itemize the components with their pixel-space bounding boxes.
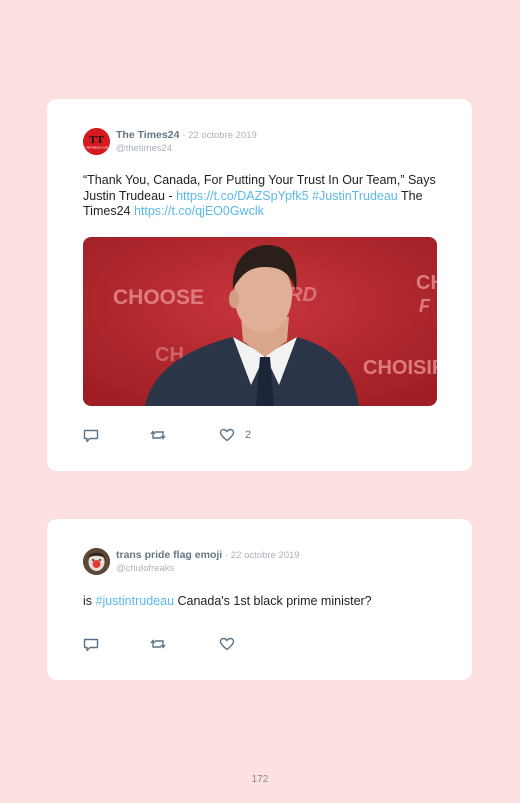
- times24-logo-icon: TT THETIMES24.COM: [83, 128, 110, 155]
- like-button[interactable]: 2: [219, 427, 251, 443]
- svg-text:F: F: [419, 296, 431, 316]
- svg-text:RD: RD: [288, 284, 317, 306]
- svg-text:CHOOSE: CHOOSE: [113, 286, 204, 309]
- like-button[interactable]: [219, 636, 245, 652]
- svg-text:CHOISIR: CHOISIR: [363, 357, 437, 379]
- tweet-card[interactable]: TT THETIMES24.COM The Times24 · 22 octob…: [47, 99, 472, 471]
- url-link[interactable]: https://t.co/DAZSpYpfk5: [176, 189, 308, 203]
- retweet-icon: [150, 639, 166, 649]
- avatar[interactable]: [83, 548, 110, 575]
- retweet-button[interactable]: [150, 427, 166, 443]
- tweet-date[interactable]: · 22 octobre 2019: [182, 130, 256, 141]
- svg-text:CH: CH: [416, 272, 437, 294]
- heart-icon: [219, 637, 235, 651]
- profile-photo-icon: [83, 548, 110, 575]
- reply-icon: [83, 638, 99, 652]
- page-number: 172: [251, 774, 269, 785]
- author-name[interactable]: The Times24: [116, 129, 179, 141]
- tweet-text: “Thank You, Canada, For Putting Your Tru…: [83, 173, 443, 220]
- author-handle[interactable]: @thetimes24: [116, 142, 257, 155]
- reply-button[interactable]: [83, 636, 99, 652]
- reply-icon: [83, 429, 99, 443]
- tweet-text-segment: Canada's 1st black prime minister?: [174, 594, 372, 608]
- author-handle[interactable]: @chulofreaks: [116, 562, 300, 575]
- tweet-text: is #justintrudeau Canada's 1st black pri…: [83, 594, 443, 610]
- like-count: 2: [245, 429, 252, 441]
- tweet-header: The Times24 · 22 octobre 2019 @thetimes2…: [116, 129, 257, 155]
- tweet-date[interactable]: · 22 octobre 2019: [225, 550, 299, 561]
- retweet-button[interactable]: [150, 636, 166, 652]
- retweet-icon: [150, 430, 166, 440]
- svg-text:THETIMES24.COM: THETIMES24.COM: [85, 146, 108, 150]
- trudeau-photo: CHOOSE RD CH CHOISIR CH F: [83, 237, 437, 406]
- avatar[interactable]: TT THETIMES24.COM: [83, 128, 110, 155]
- tweet-image[interactable]: CHOOSE RD CH CHOISIR CH F: [83, 237, 437, 406]
- hashtag-link[interactable]: #JustinTrudeau: [312, 189, 398, 203]
- svg-text:TT: TT: [89, 134, 104, 146]
- tweet-card[interactable]: trans pride flag emoji · 22 octobre 2019…: [47, 519, 472, 680]
- hashtag-link[interactable]: #justintrudeau: [96, 594, 175, 608]
- tweet-text-segment: is: [83, 594, 96, 608]
- url-link[interactable]: https://t.co/qjEO0Gwclk: [134, 204, 264, 218]
- reply-button[interactable]: [83, 427, 99, 443]
- tweet-header: trans pride flag emoji · 22 octobre 2019…: [116, 549, 300, 575]
- heart-icon: [219, 428, 235, 442]
- author-name[interactable]: trans pride flag emoji: [116, 549, 222, 561]
